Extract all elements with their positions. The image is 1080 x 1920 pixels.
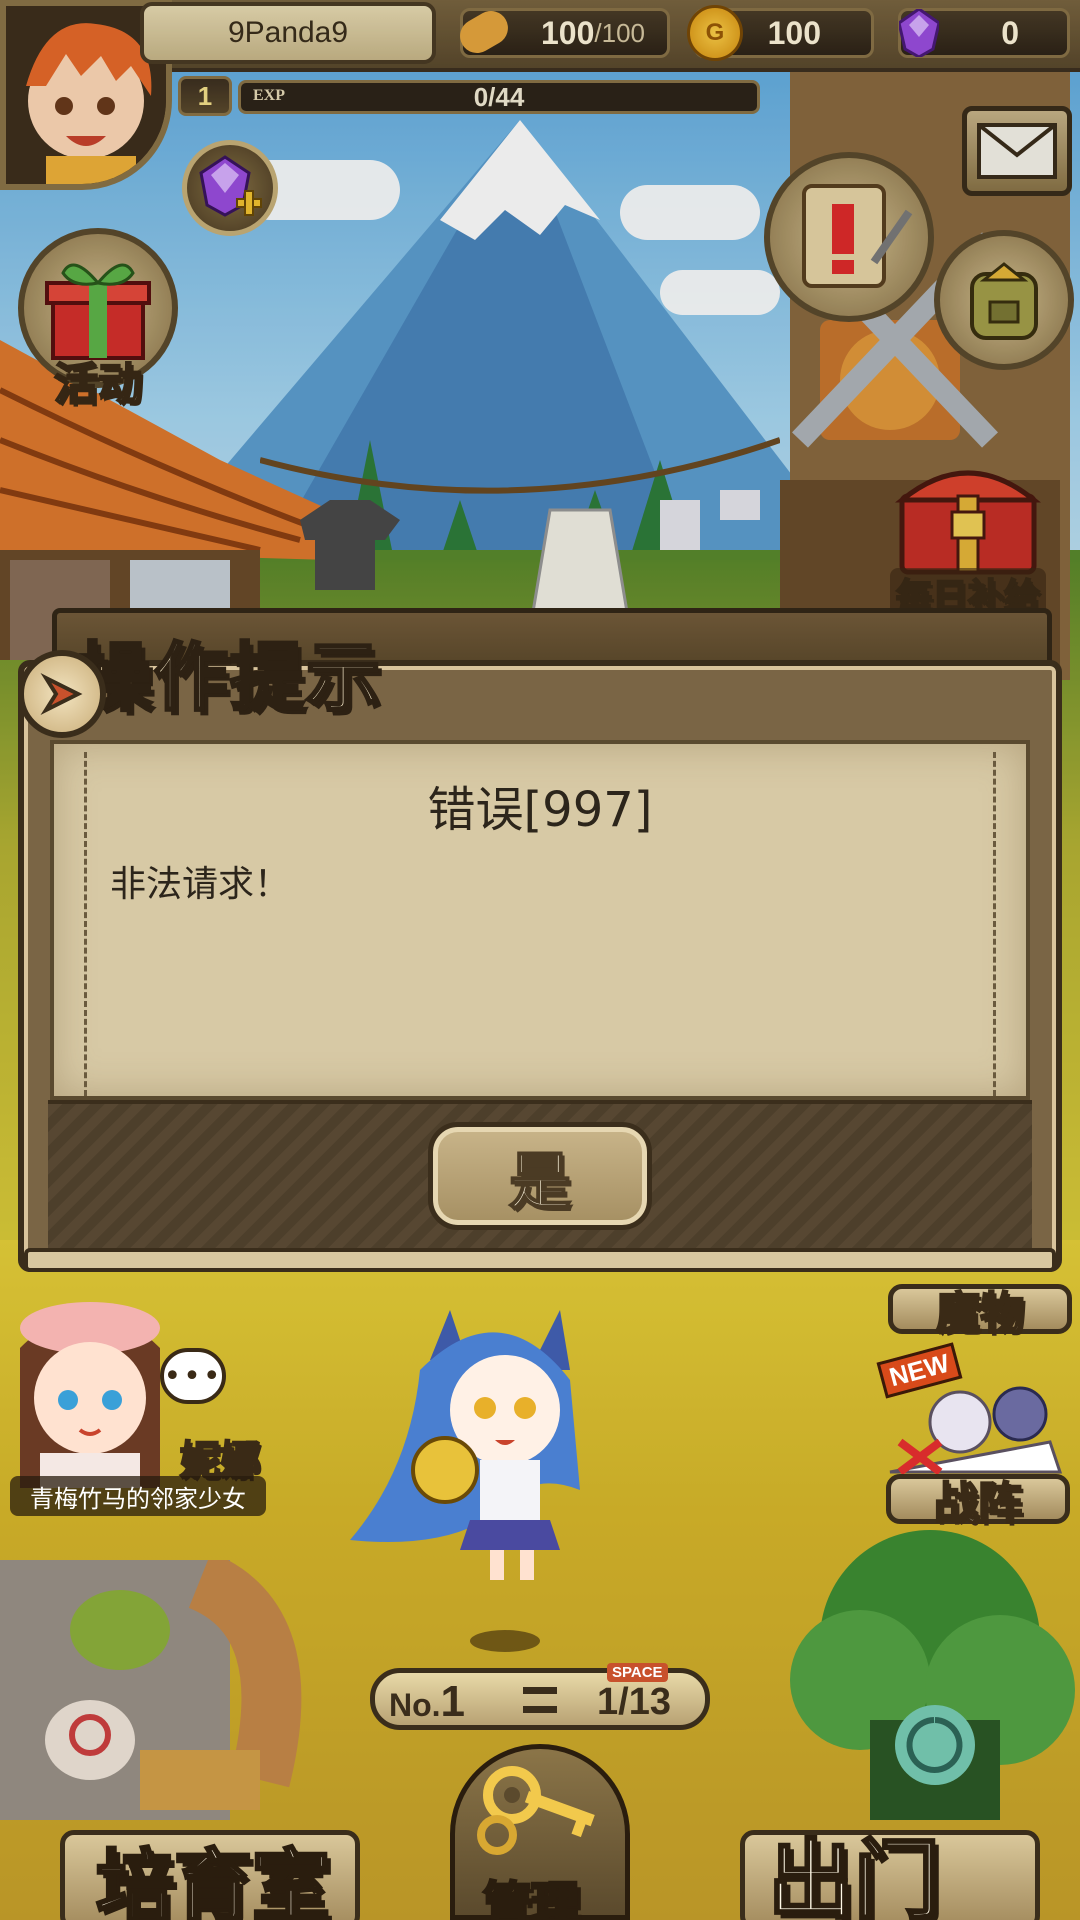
formation-icon bbox=[889, 1386, 1063, 1476]
nav-manage: 管理 bbox=[481, 1876, 580, 1920]
keys-icon bbox=[477, 1766, 595, 1855]
space-label: SPACE bbox=[607, 1663, 668, 1682]
npc-subtitle: 青梅竹马的邻家少女 bbox=[10, 1476, 266, 1516]
dialog-title: 操作提示 bbox=[77, 634, 382, 723]
slot-count: 1/13 bbox=[597, 1681, 671, 1723]
nav-nursery[interactable]: 培育室 bbox=[94, 1824, 331, 1920]
slot-number: No.1 bbox=[389, 1677, 465, 1727]
formation-plate: 战阵 bbox=[886, 1474, 1070, 1530]
slot-divider-icon bbox=[523, 1687, 557, 1713]
npc-chat-bubble[interactable]: ••• bbox=[160, 1348, 226, 1404]
nav-go-out[interactable]: 出门 bbox=[767, 1810, 942, 1920]
monster-slot-bar[interactable]: No.1 SPACE 1/13 bbox=[370, 1663, 710, 1730]
slot-no-label: No. bbox=[389, 1687, 441, 1723]
slot-no-value: 1 bbox=[440, 1677, 466, 1726]
error-message: 非法请求！ bbox=[110, 864, 291, 905]
confirm-button[interactable]: 是 bbox=[428, 1122, 652, 1230]
monster-character[interactable] bbox=[330, 1290, 610, 1590]
formation-button[interactable]: NEW 战阵 bbox=[876, 1342, 1080, 1530]
formation-label: 战阵 bbox=[933, 1477, 1023, 1530]
error-code: 错误[997] bbox=[427, 782, 653, 838]
dialog-bottom-rail bbox=[24, 1248, 1056, 1272]
monsters-label: 魔物 bbox=[935, 1287, 1025, 1340]
manage-button[interactable]: 管理 bbox=[450, 1744, 630, 1920]
dialog-badge-icon bbox=[18, 650, 106, 738]
monsters-button[interactable]: 魔物 bbox=[888, 1284, 1072, 1340]
confirm-label: 是 bbox=[508, 1144, 572, 1219]
